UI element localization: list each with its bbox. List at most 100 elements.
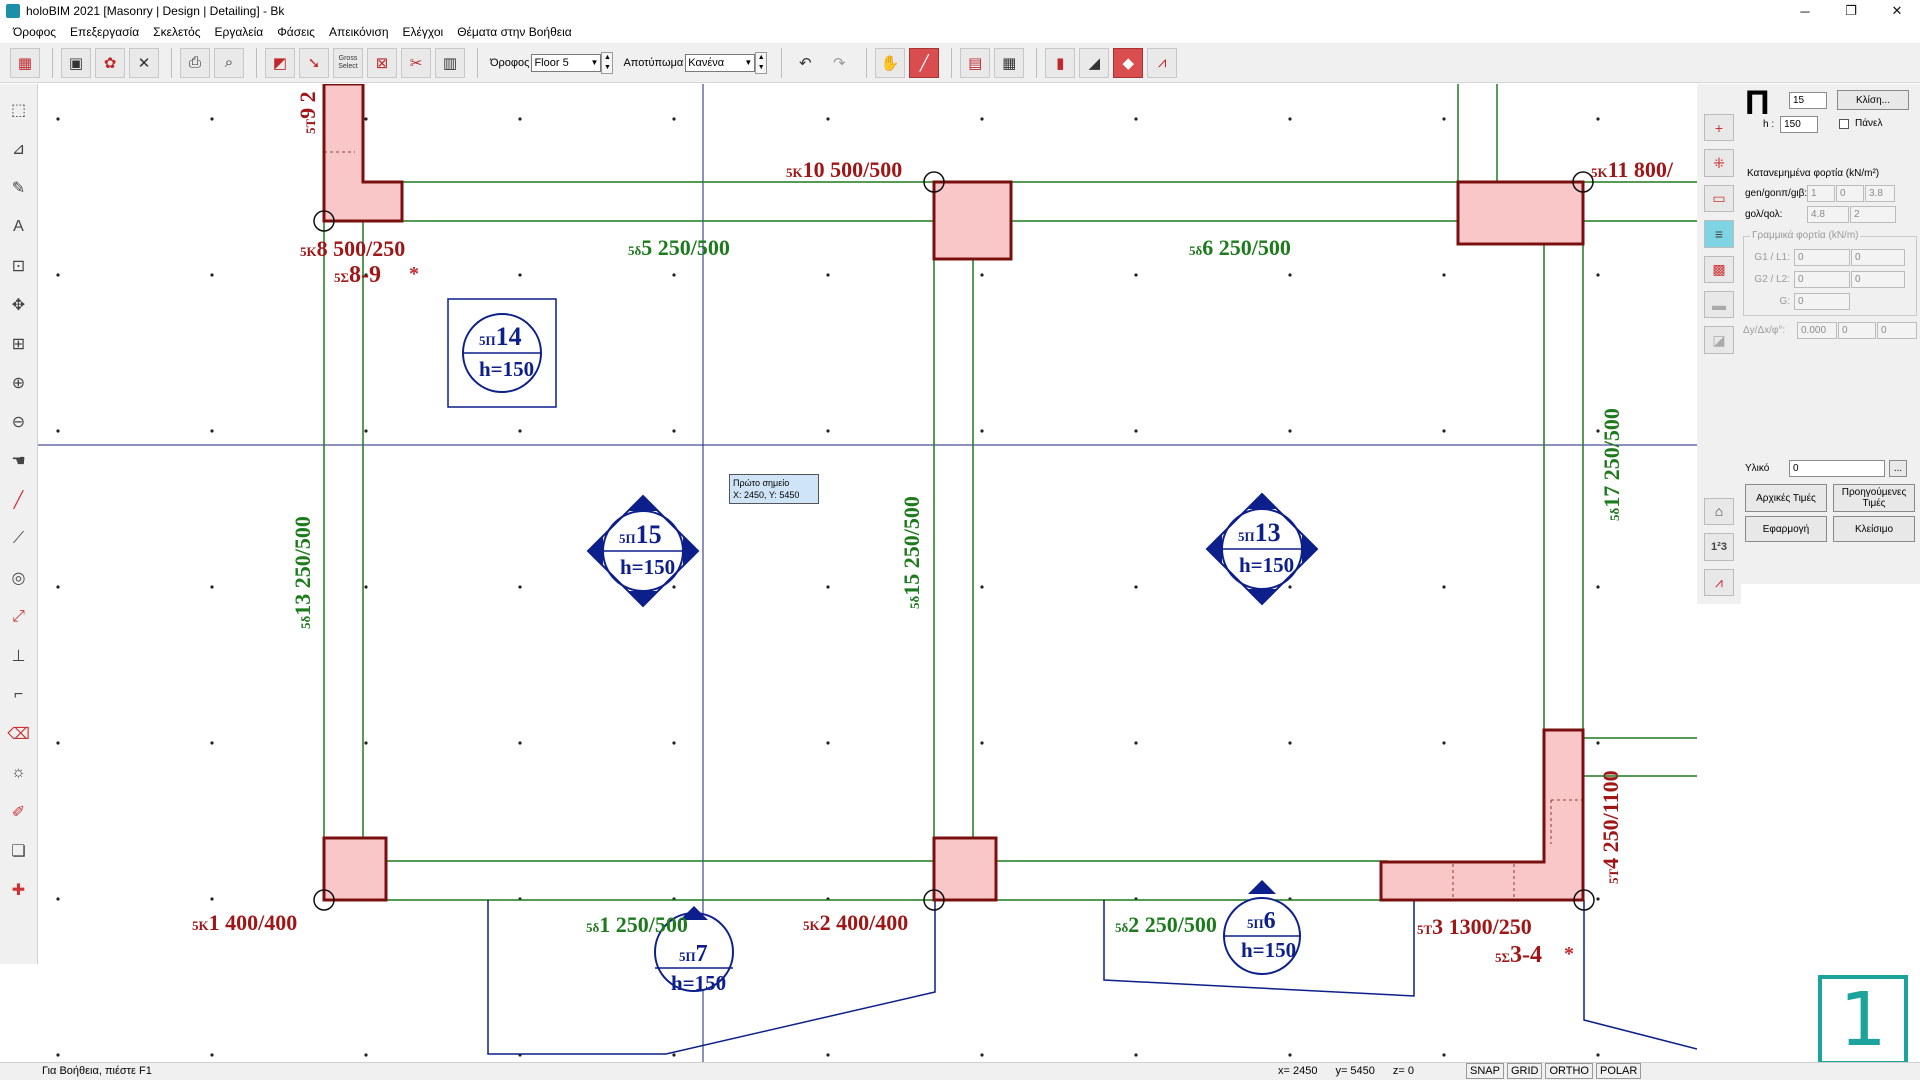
polar-toggle[interactable]: POLAR [1596, 1063, 1642, 1079]
l2-input[interactable]: 0 [1851, 271, 1905, 288]
save-icon[interactable]: ▣ [61, 47, 91, 78]
zoom-out-icon[interactable]: ⊖ [4, 406, 34, 438]
floor-plan-icon[interactable]: ▤ [960, 47, 991, 78]
building-3d-icon[interactable]: ▦ [994, 47, 1025, 78]
slab-gray-icon[interactable]: ▬ [1704, 290, 1734, 319]
g2-input[interactable]: 0 [1794, 271, 1850, 288]
g-row: G: 0 [1746, 293, 1850, 310]
beam-icon[interactable]: ◢ [1079, 47, 1110, 78]
settings-gear-icon[interactable]: ✿ [95, 47, 125, 78]
select-arrow-icon[interactable]: ➘ [299, 47, 329, 78]
minimize-button[interactable]: ─ [1782, 0, 1828, 22]
column-icon[interactable]: ▮ [1045, 47, 1076, 78]
menu-checks[interactable]: Ελέγχοι [396, 25, 451, 39]
hatch-icon[interactable]: ▩ [1704, 255, 1734, 283]
offset-dx-input[interactable]: 0 [1838, 322, 1876, 339]
initial-values-button[interactable]: Αρχικές Τιμές [1745, 484, 1827, 512]
menu-floor[interactable]: Όροφος [6, 25, 63, 39]
erase-object-icon[interactable]: ⌫ [4, 718, 34, 750]
offset-icon[interactable]: ⤢ [4, 601, 34, 633]
panel-checkbox[interactable] [1839, 118, 1849, 129]
grid-points-icon[interactable]: ⁜ [1704, 149, 1734, 177]
slab-number-input[interactable]: 15 [1789, 92, 1827, 109]
grid-toggle[interactable]: GRID [1506, 1063, 1543, 1079]
hand-icon[interactable]: ☚ [4, 445, 34, 477]
pan-hand-icon[interactable]: ✋ [875, 47, 906, 78]
add-point-icon[interactable]: + [1704, 114, 1734, 142]
footprint-spinner[interactable]: ▲ ▼ [755, 51, 768, 74]
menu-view[interactable]: Απεικόνιση [322, 25, 396, 39]
close-document-icon[interactable]: ✕ [129, 47, 159, 78]
circle-icon[interactable]: ◎ [4, 562, 34, 594]
stairs-icon[interactable]: ⩘ [1147, 47, 1178, 78]
elevation-z-icon[interactable]: ≡ [1704, 220, 1734, 248]
load-gonp-input[interactable]: 0 [1836, 185, 1864, 202]
erase-icon[interactable]: ✂ [401, 47, 431, 78]
close-panel-button[interactable]: Κλείσιμο [1833, 516, 1915, 542]
redo-icon[interactable]: ↷ [824, 48, 854, 78]
perpendicular-icon[interactable]: ⊥ [4, 640, 34, 672]
window-select-icon[interactable]: ⊠ [367, 47, 397, 78]
elevation-icon[interactable]: ▥ [435, 47, 465, 78]
menu-help[interactable]: Θέματα στην Βοήθεια [450, 25, 579, 39]
previous-values-button[interactable]: Προηγούμενες Τιμές [1833, 484, 1915, 512]
zoom-pan-icon[interactable]: ✥ [4, 289, 34, 321]
load-gen-input[interactable]: 1 [1807, 185, 1835, 202]
edit-shape-icon[interactable]: ⬚ [4, 94, 34, 126]
edit-wall-icon[interactable]: ⊿ [4, 133, 34, 165]
select-icon[interactable]: ◩ [265, 47, 295, 78]
offset-angle-input[interactable]: 0 [1877, 322, 1917, 339]
polyline-icon[interactable]: ⟋ [4, 523, 34, 555]
footprint-select[interactable]: Κανένα ▼ [685, 53, 756, 72]
slab-ramp-icon[interactable]: ◪ [1704, 326, 1734, 354]
height-input[interactable]: 150 [1780, 116, 1819, 133]
load-qol-input[interactable]: 2 [1850, 206, 1896, 223]
print-preview-icon[interactable]: ⌕ [214, 47, 244, 78]
paint-icon[interactable]: ✐ [4, 796, 34, 828]
corner-icon[interactable]: ⌐ [4, 679, 34, 711]
maximize-button[interactable]: ❐ [1828, 0, 1874, 22]
line-icon[interactable]: ╱ [4, 484, 34, 516]
edit-note-icon[interactable]: ✎ [4, 172, 34, 204]
load-gib-input[interactable]: 3.8 [1865, 185, 1895, 202]
load-gol-input[interactable]: 4.8 [1807, 206, 1849, 223]
zoom-window-icon[interactable]: ⊡ [4, 250, 34, 282]
beam-label-5: 5δ5 250/500 [628, 235, 730, 260]
slab-type-icon[interactable]: ▭ [1704, 184, 1734, 213]
apply-button[interactable]: Εφαρμογή [1745, 516, 1827, 542]
text-icon[interactable]: A [4, 211, 34, 243]
draw-line-icon[interactable]: ╱ [909, 47, 940, 78]
zoom-extents-icon[interactable]: ⊞ [4, 328, 34, 360]
slab-icon[interactable]: ◆ [1113, 47, 1144, 78]
building-icon[interactable]: ▦ [10, 47, 40, 78]
slope-button[interactable]: Κλίση... [1837, 90, 1909, 110]
status-flags: SNAP GRID ORTHO POLAR [1466, 1063, 1644, 1079]
stairs-edit-icon[interactable]: ⩘ [1704, 568, 1734, 596]
snap-toggle[interactable]: SNAP [1466, 1063, 1504, 1079]
light-icon[interactable]: ☼ [4, 757, 34, 789]
menu-skeleton[interactable]: Σκελετός [146, 25, 207, 39]
beam-label-1: 5δ1 250/500 [586, 912, 688, 937]
drawing-canvas[interactable]: 5K1 400/400 5K2 400/400 5T3 1300/250 5T4… [38, 84, 1697, 1062]
book-icon[interactable]: ❏ [4, 835, 34, 867]
undo-icon[interactable]: ↶ [790, 48, 820, 78]
offset-dy-input[interactable]: 0.000 [1797, 322, 1837, 339]
print-icon[interactable]: ⎙ [180, 47, 210, 78]
numbering-button[interactable]: 1²3 [1704, 533, 1734, 561]
floor-spinner[interactable]: ▲ ▼ [601, 51, 614, 74]
material-input[interactable]: 0 [1789, 460, 1885, 477]
g-input[interactable]: 0 [1794, 293, 1850, 310]
zoom-in-icon[interactable]: ⊕ [4, 367, 34, 399]
g1-input[interactable]: 0 [1794, 249, 1850, 266]
material-browse-button[interactable]: ... [1889, 460, 1907, 477]
menu-tools[interactable]: Εργαλεία [208, 25, 271, 39]
menu-phases[interactable]: Φάσεις [270, 25, 322, 39]
close-button[interactable]: ✕ [1874, 0, 1920, 22]
gross-select-button[interactable]: Gross Select [333, 47, 363, 78]
l1-input[interactable]: 0 [1851, 249, 1905, 266]
menu-edit[interactable]: Επεξεργασία [63, 25, 146, 39]
ortho-toggle[interactable]: ORTHO [1545, 1063, 1593, 1079]
floor-select[interactable]: Floor 5 ▼ [531, 53, 602, 72]
cross-marker-icon[interactable]: ✚ [4, 874, 34, 906]
lock-icon[interactable]: ⌂ [1704, 497, 1734, 526]
